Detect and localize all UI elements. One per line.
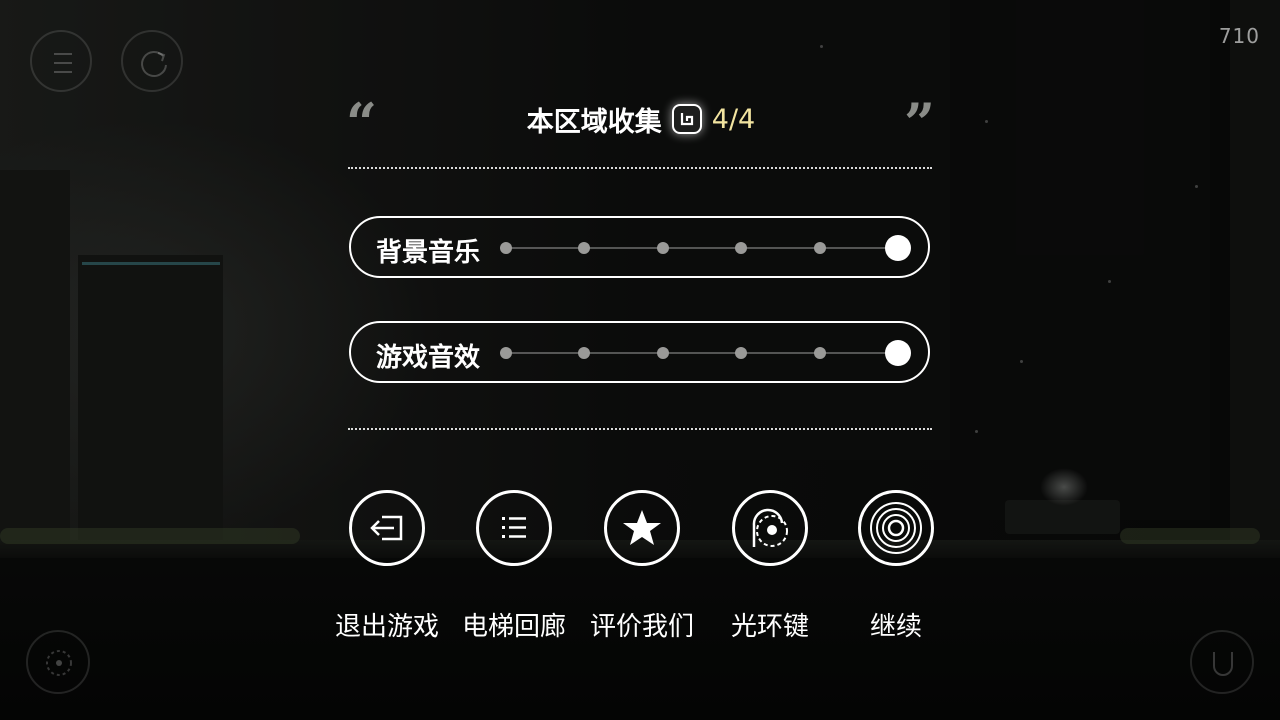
spiral-collectible-icon [671,104,702,134]
collection-label: 本区域收集 [526,106,662,138]
collection-count: 4/4 [711,103,756,135]
sfx-volume-slider[interactable]: 游戏音效 [349,321,930,383]
continue-circle[interactable] [858,490,934,566]
music-volume-label: 背景音乐 [376,238,481,268]
slider-step-dot[interactable] [578,242,591,254]
collection-title: 本区域收集 4/4 [350,98,932,140]
halo-key-label: 光环键 [730,612,809,642]
continue-label: 继续 [869,612,922,642]
slider-step-dot[interactable] [500,242,512,254]
exit-game-label: 退出游戏 [334,612,439,642]
slider-step-dot[interactable] [735,242,748,254]
slider-knob[interactable] [885,235,911,261]
concentric-rings-icon [870,502,922,554]
restart-button[interactable] [121,30,183,92]
slider-step-dot[interactable] [656,242,669,254]
rate-us-circle[interactable] [604,490,680,566]
elevator-corridor-circle[interactable] [476,490,552,566]
exit-icon [370,515,403,541]
slider-knob[interactable] [885,340,911,366]
u-shape-icon [1213,652,1233,676]
slider-step-dot[interactable] [735,347,748,359]
star-icon [623,510,661,545]
rate-us-label: 评价我们 [589,612,694,642]
slider-step-dot[interactable] [656,347,669,359]
list-icon [502,517,526,538]
slider-step-dot[interactable] [500,347,512,359]
slider-track [506,247,899,249]
target-button[interactable] [26,630,90,694]
halo-key-circle[interactable] [732,490,808,566]
menu-icon [54,53,72,73]
restart-icon [141,51,167,77]
halo-key-icon [752,508,788,547]
menu-button[interactable] [30,30,92,92]
sfx-volume-label: 游戏音效 [376,343,481,373]
elevator-corridor-label: 电梯回廊 [461,612,566,642]
music-volume-slider[interactable]: 背景音乐 [349,216,930,278]
u-shape-button[interactable] [1190,630,1254,694]
score-counter: 710 [1218,24,1260,48]
slider-step-dot[interactable] [578,347,591,359]
slider-step-dot[interactable] [813,347,826,359]
slider-step-dot[interactable] [813,242,826,254]
target-icon [46,650,72,676]
divider-top [348,167,932,169]
divider-bottom [348,428,932,430]
exit-game-circle[interactable] [349,490,425,566]
slider-track [506,352,899,354]
